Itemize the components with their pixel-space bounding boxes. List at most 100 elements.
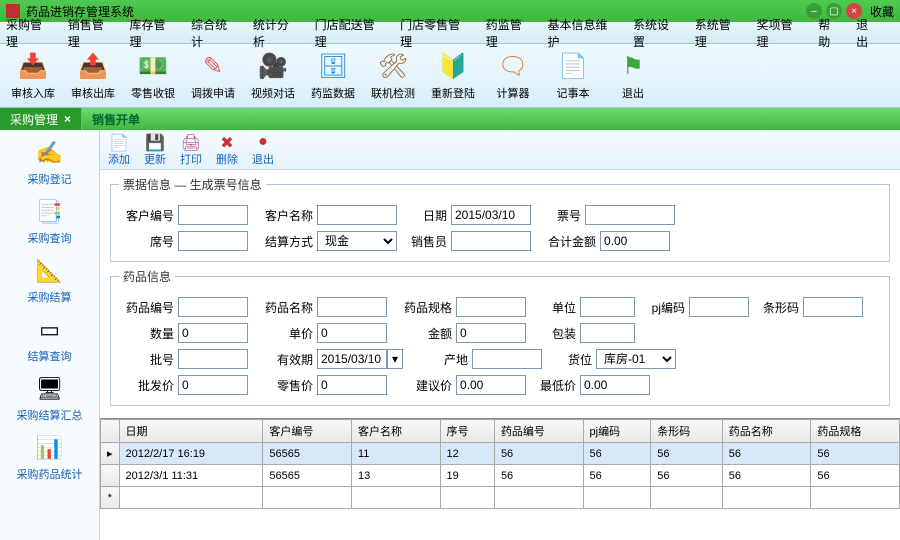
action-button[interactable]: ✖删除: [216, 133, 238, 167]
menu-item[interactable]: 门店零售管理: [400, 16, 472, 50]
column-header[interactable]: 药品编号: [494, 420, 583, 443]
sidebar-item[interactable]: 📊采购药品统计: [5, 431, 95, 482]
table-cell[interactable]: [351, 487, 440, 509]
table-cell[interactable]: 56: [811, 465, 900, 487]
table-cell[interactable]: 2012/3/1 11:31: [119, 465, 263, 487]
action-button[interactable]: ●退出: [252, 133, 274, 167]
column-header[interactable]: 客户编号: [263, 420, 352, 443]
location-select[interactable]: 库房-01: [596, 349, 676, 369]
origin-input[interactable]: [472, 349, 542, 369]
table-cell[interactable]: 56: [583, 465, 651, 487]
price-input[interactable]: [317, 323, 387, 343]
toolbar-button[interactable]: 📤审核出库: [64, 47, 122, 105]
menu-item[interactable]: 综合统计: [191, 16, 239, 50]
action-button[interactable]: 💾更新: [144, 133, 166, 167]
drug-name-input[interactable]: [317, 297, 387, 317]
column-header[interactable]: 客户名称: [351, 420, 440, 443]
menu-item[interactable]: 奖项管理: [756, 16, 804, 50]
amount-input[interactable]: [456, 323, 526, 343]
sidebar-item[interactable]: 📑采购查询: [5, 195, 95, 246]
toolbar-button[interactable]: 🗄药监数据: [304, 47, 362, 105]
menu-item[interactable]: 药监管理: [486, 16, 534, 50]
seq-input[interactable]: [178, 231, 248, 251]
table-cell[interactable]: 56: [811, 443, 900, 465]
toolbar-button[interactable]: 📄记事本: [544, 47, 602, 105]
table-cell[interactable]: 13: [351, 465, 440, 487]
table-row-new[interactable]: *: [101, 487, 900, 509]
table-cell[interactable]: 56: [494, 443, 583, 465]
table-cell[interactable]: 11: [351, 443, 440, 465]
column-header[interactable]: 药品名称: [722, 420, 811, 443]
customer-no-input[interactable]: [178, 205, 248, 225]
spec-input[interactable]: [456, 297, 526, 317]
column-header[interactable]: 序号: [440, 420, 494, 443]
table-cell[interactable]: 56: [494, 465, 583, 487]
toolbar-button[interactable]: ⚑退出: [604, 47, 662, 105]
pj-input[interactable]: [689, 297, 749, 317]
table-cell[interactable]: 56: [651, 443, 723, 465]
table-cell[interactable]: [494, 487, 583, 509]
sidebar-item[interactable]: 📐采购结算: [5, 254, 95, 305]
table-cell[interactable]: 56: [651, 465, 723, 487]
table-cell[interactable]: [811, 487, 900, 509]
table-cell[interactable]: 19: [440, 465, 494, 487]
batch-input[interactable]: [178, 349, 248, 369]
sidebar-item[interactable]: ▭结算查询: [5, 313, 95, 364]
table-cell[interactable]: [583, 487, 651, 509]
chevron-down-icon[interactable]: ▾: [387, 349, 403, 369]
customer-name-input[interactable]: [317, 205, 397, 225]
toolbar-button[interactable]: 💵零售收银: [124, 47, 182, 105]
table-row[interactable]: 2012/3/1 11:315656513195656565656: [101, 465, 900, 487]
sidebar-item[interactable]: 🖥采购结算汇总: [5, 372, 95, 423]
menu-item[interactable]: 系统管理: [695, 16, 743, 50]
data-grid[interactable]: 日期客户编号客户名称序号药品编号pj编码条形码药品名称药品规格▸2012/2/1…: [100, 418, 900, 540]
menu-item[interactable]: 退出: [856, 16, 880, 50]
table-cell[interactable]: 56565: [263, 443, 352, 465]
table-cell[interactable]: [651, 487, 723, 509]
menu-item[interactable]: 系统设置: [633, 16, 681, 50]
toolbar-button[interactable]: 🎥视频对话: [244, 47, 302, 105]
drug-no-input[interactable]: [178, 297, 248, 317]
column-header[interactable]: pj编码: [583, 420, 651, 443]
toolbar-button[interactable]: 🔰重新登陆: [424, 47, 482, 105]
menu-item[interactable]: 采购管理: [6, 16, 54, 50]
retail-input[interactable]: [317, 375, 387, 395]
toolbar-button[interactable]: 🗨计算器: [484, 47, 542, 105]
table-cell[interactable]: [263, 487, 352, 509]
expiry-input[interactable]: [317, 349, 387, 369]
menu-item[interactable]: 门店配送管理: [315, 16, 387, 50]
toolbar-button[interactable]: ✎调拨申请: [184, 47, 242, 105]
column-header[interactable]: 日期: [119, 420, 263, 443]
table-cell[interactable]: [119, 487, 263, 509]
table-cell[interactable]: 56565: [263, 465, 352, 487]
suggest-input[interactable]: [456, 375, 526, 395]
menu-item[interactable]: 统计分析: [253, 16, 301, 50]
sidebar-item[interactable]: ✍采购登记: [5, 136, 95, 187]
table-cell[interactable]: [440, 487, 494, 509]
settle-select[interactable]: 现金: [317, 231, 397, 251]
table-cell[interactable]: 2012/2/17 16:19: [119, 443, 263, 465]
date-input[interactable]: [451, 205, 531, 225]
unit-input[interactable]: [580, 297, 635, 317]
table-cell[interactable]: 56: [722, 443, 811, 465]
menu-item[interactable]: 基本信息维护: [547, 16, 619, 50]
toolbar-button[interactable]: 📥审核入库: [4, 47, 62, 105]
table-cell[interactable]: 56: [722, 465, 811, 487]
wholesale-input[interactable]: [178, 375, 248, 395]
table-cell[interactable]: 12: [440, 443, 494, 465]
table-row[interactable]: ▸2012/2/17 16:195656511125656565656: [101, 443, 900, 465]
menu-item[interactable]: 库存管理: [129, 16, 177, 50]
total-input[interactable]: [600, 231, 670, 251]
pack-input[interactable]: [580, 323, 635, 343]
sales-input[interactable]: [451, 231, 531, 251]
barcode-input[interactable]: [803, 297, 863, 317]
ticket-input[interactable]: [585, 205, 675, 225]
table-cell[interactable]: [722, 487, 811, 509]
column-header[interactable]: 药品规格: [811, 420, 900, 443]
action-button[interactable]: 📄添加: [108, 133, 130, 167]
close-icon[interactable]: ×: [64, 112, 71, 126]
column-header[interactable]: 条形码: [651, 420, 723, 443]
menu-item[interactable]: 帮助: [818, 16, 842, 50]
nav-tab-purchase[interactable]: 采购管理 ×: [0, 108, 82, 130]
toolbar-button[interactable]: 🛠联机检测: [364, 47, 422, 105]
